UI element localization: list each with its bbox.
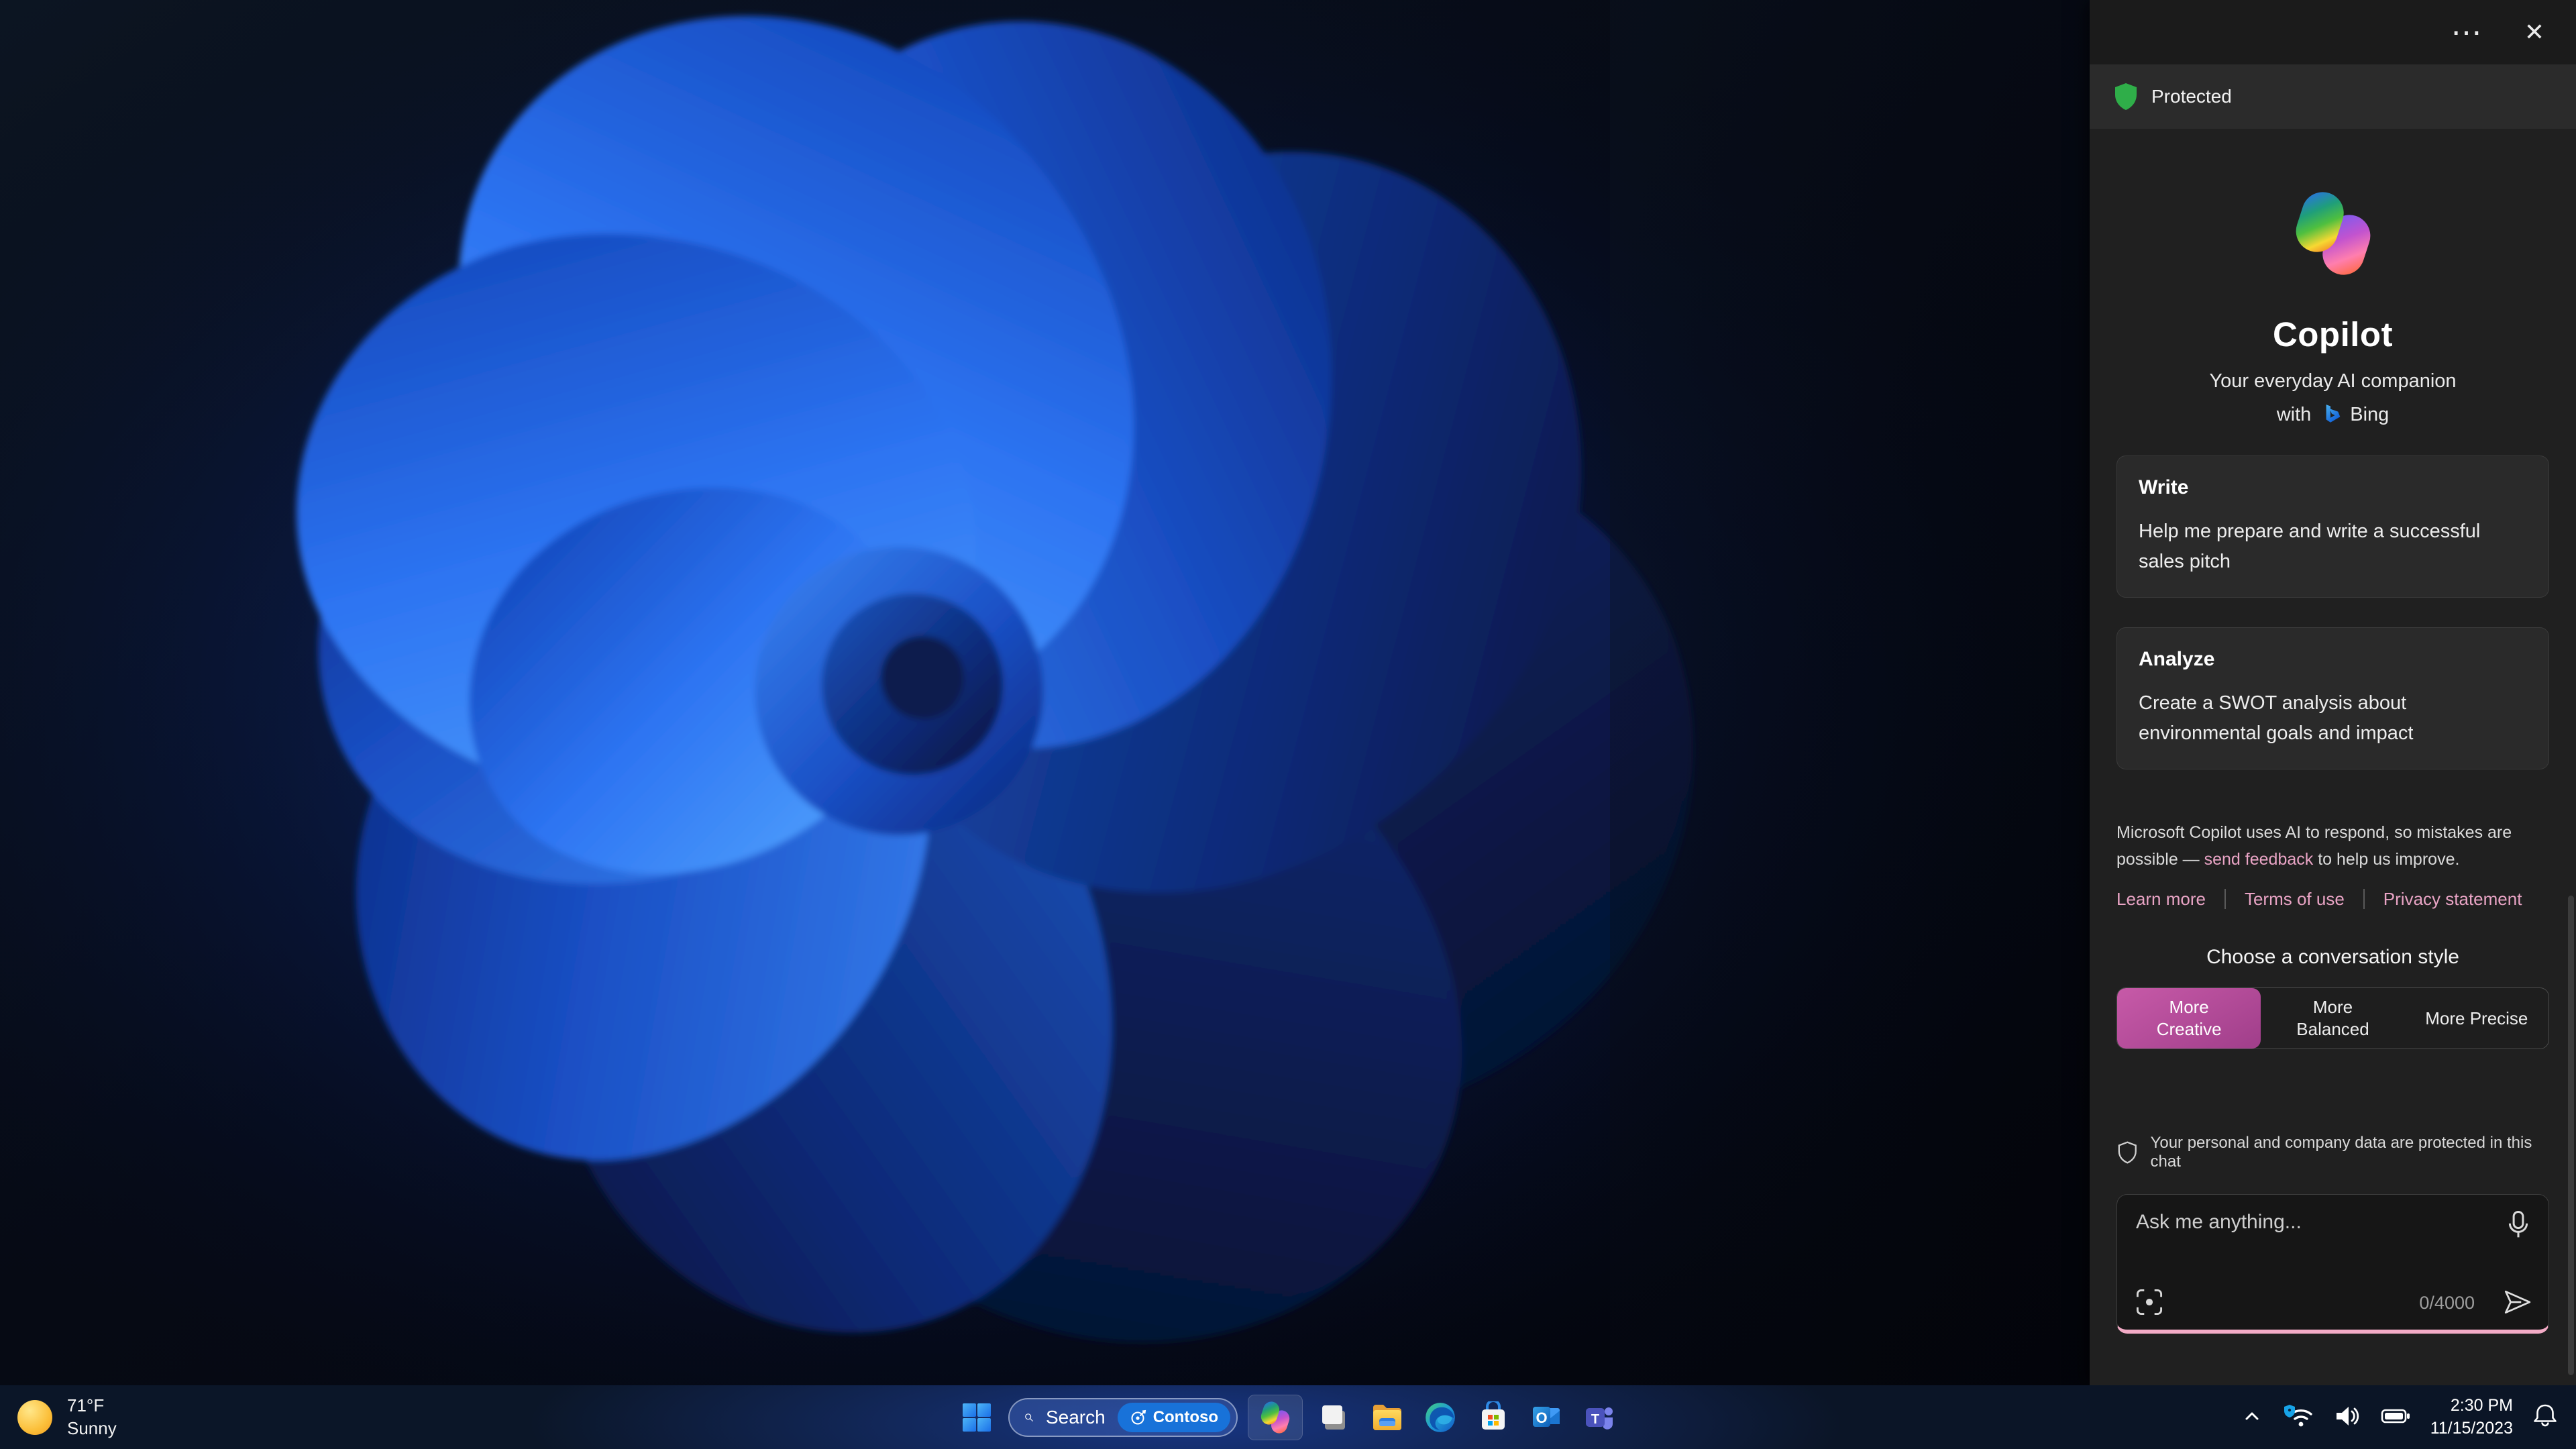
search-box[interactable]: Search Contoso: [1008, 1397, 1238, 1437]
card-body: Create a SWOT analysis about environment…: [2139, 692, 2414, 744]
notifications-button[interactable]: [2533, 1403, 2557, 1432]
learn-more-link[interactable]: Learn more: [2116, 889, 2206, 910]
copilot-title: Copilot: [2272, 315, 2394, 354]
tray-date: 11/15/2023: [2430, 1418, 2513, 1438]
taskbar-copilot-button[interactable]: [1248, 1394, 1303, 1440]
volume-button[interactable]: [2334, 1404, 2361, 1430]
file-explorer-icon: [1373, 1404, 1401, 1430]
teams-button[interactable]: T: [1578, 1395, 1621, 1440]
chat-composer: 0/4000: [2116, 1193, 2549, 1334]
microphone-button[interactable]: [2504, 1210, 2532, 1242]
chat-input[interactable]: [2136, 1210, 2412, 1234]
battery-button[interactable]: [2381, 1407, 2410, 1427]
card-title: Write: [2139, 476, 2189, 498]
conversation-style-group: More Creative More Balanced More Precise: [2116, 987, 2549, 1049]
hidden-icons-button[interactable]: [2241, 1407, 2263, 1427]
sidebar-scrollbar[interactable]: [2568, 896, 2574, 1375]
privacy-statement-link[interactable]: Privacy statement: [2383, 889, 2522, 910]
send-icon: [2504, 1290, 2531, 1313]
outlook-button[interactable]: O: [1525, 1395, 1568, 1440]
system-tray: 2:30 PM 11/15/2023: [2241, 1385, 2576, 1449]
copilot-sidebar: ⋯ ✕ Protected Copilot Your everyday AI c…: [2090, 0, 2576, 1385]
file-explorer-button[interactable]: [1366, 1395, 1409, 1440]
conversation-style-heading: Choose a conversation style: [2206, 945, 2459, 968]
send-feedback-link[interactable]: send feedback: [2204, 850, 2314, 869]
svg-text:O: O: [1536, 1409, 1547, 1426]
send-button[interactable]: [2502, 1288, 2532, 1318]
screen: ⋯ ✕ Protected Copilot Your everyday AI c…: [0, 0, 2576, 1449]
suggestion-card-analyze[interactable]: Analyze Create a SWOT analysis about env…: [2116, 627, 2549, 769]
copilot-logo-icon: [2296, 192, 2370, 275]
edge-button[interactable]: [1419, 1395, 1462, 1440]
divider: [2224, 889, 2226, 910]
terms-of-use-link[interactable]: Terms of use: [2245, 889, 2345, 910]
bloom-wallpaper-art: [0, 0, 2090, 1449]
taskbar: 71°F Sunny Search Contoso O T 2:30 PM 11…: [0, 1385, 2576, 1449]
task-view-button[interactable]: [1313, 1395, 1356, 1440]
contoso-label: Contoso: [1152, 1407, 1218, 1426]
search-label: Search: [1045, 1406, 1106, 1428]
desktop-wallpaper: [0, 0, 2090, 1449]
microsoft-store-icon: [1482, 1401, 1505, 1430]
battery-icon: [2381, 1409, 2410, 1424]
visual-search-button[interactable]: [2135, 1287, 2164, 1319]
copilot-subtitle: Your everyday AI companion: [2209, 370, 2457, 392]
edge-icon: [1426, 1402, 1455, 1432]
visual-search-icon: [2136, 1289, 2163, 1315]
suggestion-card-write[interactable]: Write Help me prepare and write a succes…: [2116, 455, 2549, 598]
footer-links: Learn more Terms of use Privacy statemen…: [2116, 889, 2549, 910]
wifi-shield-icon: [2284, 1405, 2312, 1427]
character-counter: 0/4000: [2419, 1292, 2475, 1313]
tray-time: 2:30 PM: [2450, 1395, 2513, 1415]
sidebar-titlebar: ⋯ ✕: [2090, 0, 2576, 64]
chevron-up-icon: [2245, 1412, 2259, 1420]
outlook-icon: O: [1533, 1406, 1560, 1427]
bing-label: Bing: [2350, 403, 2390, 425]
speaker-icon: [2336, 1407, 2359, 1426]
protected-label: Protected: [2151, 86, 2232, 107]
clock[interactable]: 2:30 PM 11/15/2023: [2430, 1395, 2513, 1440]
microsoft-store-button[interactable]: [1472, 1395, 1515, 1440]
windows-start-icon: [963, 1403, 991, 1432]
contoso-target-icon: [1131, 1409, 1146, 1424]
shield-outline-icon: [2118, 1141, 2137, 1164]
with-bing-row: with Bing: [2116, 403, 2549, 426]
privacy-note: Your personal and company data are prote…: [2150, 1133, 2532, 1171]
taskbar-center: Search Contoso O T: [0, 1385, 2576, 1449]
more-options-icon: ⋯: [2451, 15, 2484, 50]
close-icon: ✕: [2524, 18, 2545, 46]
svg-text:T: T: [1591, 1412, 1599, 1427]
teams-icon: T: [1586, 1407, 1613, 1430]
copilot-hero: Copilot Your everyday AI companion with …: [2116, 188, 2549, 426]
contoso-badge[interactable]: Contoso: [1117, 1402, 1230, 1432]
protected-shield-icon: [2115, 83, 2137, 110]
composer-bottom-row: 0/4000: [2135, 1287, 2532, 1319]
search-icon: [1025, 1413, 1033, 1421]
disclaimer-text-after: to help us improve.: [2313, 849, 2460, 869]
notification-bell-icon: [2534, 1404, 2557, 1427]
start-button[interactable]: [955, 1395, 998, 1440]
more-options-button[interactable]: ⋯: [2449, 13, 2486, 51]
task-view-icon: [1322, 1405, 1345, 1430]
bing-icon: [2326, 405, 2341, 423]
close-button[interactable]: ✕: [2516, 13, 2553, 51]
card-body: Help me prepare and write a successful s…: [2139, 521, 2481, 572]
network-button[interactable]: [2283, 1403, 2314, 1431]
style-option-more-balanced[interactable]: More Balanced: [2261, 988, 2404, 1049]
with-label: with: [2276, 403, 2312, 425]
divider: [2363, 889, 2365, 910]
style-option-more-precise[interactable]: More Precise: [2405, 988, 2548, 1049]
protected-banner: Protected: [2090, 64, 2576, 129]
style-option-more-creative[interactable]: More Creative: [2117, 987, 2261, 1049]
copilot-taskbar-icon: [1260, 1401, 1290, 1434]
microphone-icon: [2508, 1210, 2528, 1238]
ai-disclaimer: Microsoft Copilot uses AI to respond, so…: [2116, 819, 2549, 873]
privacy-note-row: Your personal and company data are prote…: [2116, 1134, 2549, 1171]
card-title: Analyze: [2139, 647, 2215, 670]
